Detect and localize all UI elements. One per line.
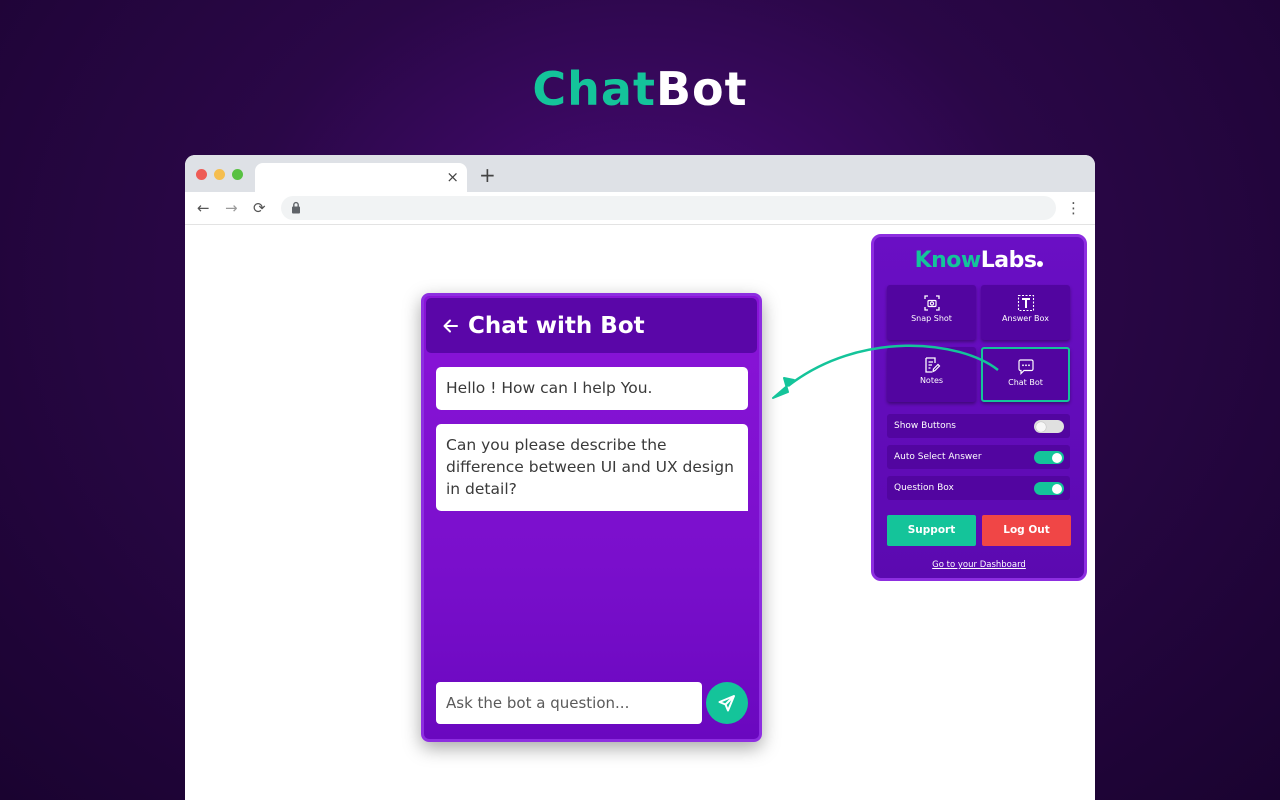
answer-box-tile[interactable]: Answer Box: [981, 285, 1070, 340]
show-buttons-toggle[interactable]: [1034, 420, 1064, 433]
support-button[interactable]: Support: [887, 515, 976, 546]
forward-icon[interactable]: →: [225, 199, 238, 217]
user-message: Can you please describe the difference b…: [436, 424, 748, 511]
chat-panel: Chat with Bot Hello ! How can I help You…: [421, 293, 762, 742]
tile-label: Snap Shot: [911, 314, 952, 323]
auto-select-answer-toggle[interactable]: [1034, 451, 1064, 464]
tile-label: Answer Box: [1002, 314, 1049, 323]
brand-rest: Labs: [980, 248, 1037, 273]
arrow-left-icon[interactable]: [442, 317, 460, 335]
chat-question-input[interactable]: [436, 682, 702, 724]
send-button[interactable]: [706, 682, 748, 724]
toggle-label: Show Buttons: [894, 421, 956, 431]
tab-close-icon[interactable]: ×: [446, 168, 459, 186]
toggle-label: Auto Select Answer: [894, 452, 982, 462]
toggle-knob: [1052, 483, 1062, 494]
window-minimize-dot[interactable]: [214, 169, 225, 180]
snap-shot-tile[interactable]: Snap Shot: [887, 285, 976, 340]
chat-header: Chat with Bot: [426, 298, 757, 353]
tile-label: Chat Bot: [1008, 378, 1043, 387]
browser-menu-icon[interactable]: ⋮: [1066, 199, 1081, 217]
brand-dot: [1037, 261, 1044, 267]
bot-message: Hello ! How can I help You.: [436, 367, 748, 410]
chat-bot-tile[interactable]: Chat Bot: [981, 347, 1070, 402]
show-buttons-row: Show Buttons: [887, 414, 1070, 438]
tile-label: Notes: [919, 376, 944, 385]
hero-title-rest: Bot: [655, 62, 748, 116]
knowlabs-logo: KnowLabs: [874, 248, 1084, 273]
notes-icon: [924, 357, 940, 373]
logout-button[interactable]: Log Out: [982, 515, 1071, 546]
toggle-knob: [1036, 421, 1046, 432]
hero-title: ChatBot: [0, 62, 1280, 116]
send-icon: [718, 695, 735, 712]
reload-icon[interactable]: ⟳: [253, 199, 266, 217]
browser-tab-bar: × +: [185, 155, 1095, 192]
toggle-label: Question Box: [894, 483, 954, 493]
question-box-toggle[interactable]: [1034, 482, 1064, 495]
hero-title-accent: Chat: [532, 62, 656, 116]
brand-accent: Know: [914, 248, 982, 273]
chat-title: Chat with Bot: [468, 312, 645, 339]
browser-tab[interactable]: ×: [255, 163, 467, 192]
back-icon[interactable]: ←: [197, 199, 210, 217]
notes-tile[interactable]: Notes: [887, 347, 976, 402]
chat-bubble-icon: [1017, 359, 1034, 375]
toggle-knob: [1052, 452, 1062, 463]
question-box-row: Question Box: [887, 476, 1070, 500]
auto-select-answer-row: Auto Select Answer: [887, 445, 1070, 469]
dashboard-link[interactable]: Go to your Dashboard: [874, 560, 1084, 570]
window-maximize-dot[interactable]: [232, 169, 243, 180]
text-box-icon: [1017, 294, 1034, 312]
window-close-dot[interactable]: [196, 169, 207, 180]
extension-popup: KnowLabs Snap Shot Answer Box Notes Chat…: [871, 234, 1087, 581]
browser-toolbar: ← → ⟳ ⋮: [185, 192, 1095, 225]
address-bar[interactable]: [281, 196, 1056, 220]
lock-icon: [292, 201, 300, 214]
snapshot-icon: [923, 295, 940, 311]
new-tab-icon[interactable]: +: [479, 163, 496, 187]
